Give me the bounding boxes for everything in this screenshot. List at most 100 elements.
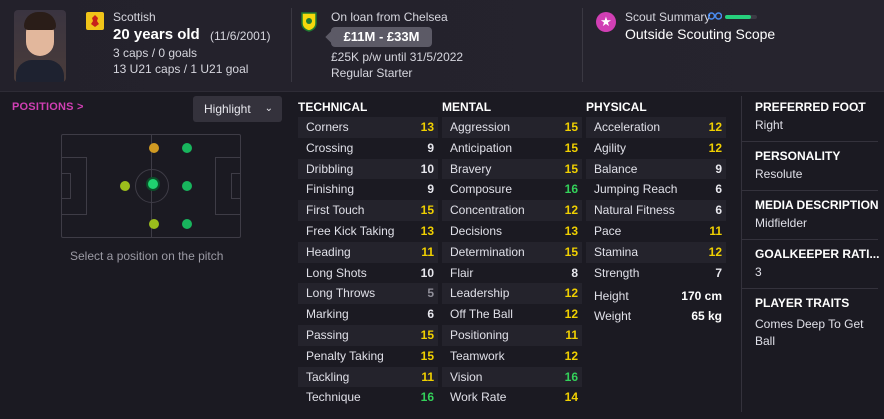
loan-status[interactable]: On loan from Chelsea [331, 10, 448, 24]
attribute-name: Anticipation [450, 140, 513, 155]
attribute-value: 12 [564, 307, 578, 322]
star-icon: ★ [596, 12, 616, 32]
attribute-row[interactable]: Pace 11 [586, 221, 726, 242]
attribute-name: Composure [450, 182, 513, 197]
attribute-row[interactable]: Strength 7 [586, 263, 726, 284]
player-trait-item[interactable]: Ball [755, 334, 775, 348]
chevron-down-icon[interactable]: ⌄ [855, 102, 864, 115]
attribute-row[interactable]: Anticipation 15 [442, 138, 582, 159]
weight-label: Weight [594, 309, 632, 323]
attribute-value: 11 [421, 369, 434, 384]
attribute-row[interactable]: Leadership 12 [442, 283, 582, 305]
binoculars-icon [708, 12, 722, 20]
attribute-row[interactable]: Marking 6 [298, 304, 438, 325]
attribute-name: Flair [450, 265, 474, 280]
position-dot-aml[interactable] [182, 219, 192, 229]
attribute-row[interactable]: Teamwork 12 [442, 346, 582, 367]
attribute-row[interactable]: Finishing 9 [298, 179, 438, 200]
attribute-row[interactable]: Natural Fitness 6 [586, 200, 726, 221]
transfer-value[interactable]: £11M - £33M [331, 27, 432, 47]
nationality[interactable]: Scottish [113, 10, 156, 24]
attribute-row[interactable]: Composure 16 [442, 179, 582, 200]
scout-summary-label[interactable]: Scout Summary [625, 10, 710, 24]
position-dot-amr[interactable] [182, 143, 192, 153]
height-value: 170 cm [681, 289, 722, 303]
attribute-value: 12 [564, 286, 578, 301]
attribute-row[interactable]: Corners 13 [298, 117, 438, 138]
position-dot-amc[interactable] [182, 181, 192, 191]
player-trait-item[interactable]: Comes Deep To Get [755, 317, 864, 331]
attribute-value: 15 [420, 327, 434, 342]
position-dot-mc[interactable] [146, 177, 160, 191]
attribute-row[interactable]: Agility 12 [586, 138, 726, 159]
preferred-foot-value: Right [755, 118, 784, 132]
attribute-value: 6 [427, 307, 434, 322]
attribute-row[interactable]: Determination 15 [442, 241, 582, 263]
attribute-value: 16 [564, 182, 578, 197]
info-panel-divider [741, 96, 742, 412]
attribute-row[interactable]: Dribbling 10 [298, 158, 438, 180]
attribute-row[interactable]: Passing 15 [298, 324, 438, 346]
attribute-row[interactable]: First Touch 15 [298, 200, 438, 221]
attribute-value: 6 [715, 203, 722, 218]
attribute-name: Aggression [450, 120, 511, 134]
attribute-row[interactable]: Crossing 9 [298, 138, 438, 159]
attribute-row[interactable]: Stamina 12 [586, 241, 726, 263]
attribute-row[interactable]: Aggression 15 [442, 117, 582, 138]
attribute-value: 11 [421, 244, 434, 259]
attribute-row[interactable]: Work Rate 14 [442, 387, 582, 408]
attribute-value: 9 [715, 161, 722, 176]
position-dot-dm[interactable] [120, 181, 130, 191]
player-traits-title: PLAYER TRAITS [755, 296, 850, 310]
attribute-row[interactable]: Concentration 12 [442, 200, 582, 221]
attribute-row[interactable]: Vision 16 [442, 366, 582, 388]
attribute-row[interactable]: Bravery 15 [442, 158, 582, 180]
attribute-row[interactable]: Off The Ball 12 [442, 304, 582, 325]
highlight-dropdown[interactable]: Highlight ⌄ [193, 96, 282, 122]
attribute-name: Concentration [450, 203, 525, 218]
attribute-value: 15 [420, 348, 434, 363]
positions-link[interactable]: POSITIONS > [12, 101, 84, 113]
info-divider [742, 190, 878, 191]
attribute-value: 11 [565, 327, 578, 342]
attribute-row[interactable]: Long Throws 5 [298, 283, 438, 305]
attribute-row[interactable]: Positioning 11 [442, 324, 582, 346]
attribute-row[interactable]: Free Kick Taking 13 [298, 221, 438, 242]
attribute-value: 15 [564, 161, 578, 176]
attribute-row[interactable]: Balance 9 [586, 158, 726, 180]
attribute-name: Teamwork [450, 348, 505, 363]
attribute-name: First Touch [306, 203, 365, 218]
player-age: 20 years old [113, 26, 200, 43]
attribute-row[interactable]: Tackling 11 [298, 366, 438, 388]
attribute-row[interactable]: Decisions 13 [442, 221, 582, 242]
attribute-row[interactable]: Penalty Taking 15 [298, 346, 438, 367]
international-caps: 3 caps / 0 goals [113, 46, 198, 60]
attribute-row[interactable]: Long Shots 10 [298, 263, 438, 284]
height-label: Height [594, 289, 629, 303]
attribute-value: 12 [708, 120, 722, 134]
attribute-name: Bravery [450, 161, 492, 176]
position-pitch[interactable] [61, 134, 241, 238]
attribute-name: Marking [306, 307, 349, 322]
attribute-name: Pace [594, 223, 622, 238]
player-avatar[interactable] [14, 10, 66, 82]
media-description-title: MEDIA DESCRIPTION [755, 198, 879, 212]
attribute-row[interactable]: Heading 11 [298, 241, 438, 263]
attribute-name: Penalty Taking [306, 348, 384, 363]
technical-attributes: Corners 13 Crossing 9 Dribbling 10 Finishing 9 F… [298, 117, 438, 408]
position-dot-mcl[interactable] [149, 219, 159, 229]
attribute-value: 12 [708, 244, 722, 259]
attribute-row[interactable]: Flair 8 [442, 263, 582, 284]
attribute-value: 6 [715, 182, 722, 197]
attribute-name: Acceleration [594, 120, 661, 134]
pitch-caption: Select a position on the pitch [70, 249, 224, 263]
attribute-row[interactable]: Technique 16 [298, 387, 438, 408]
attribute-row[interactable]: Acceleration 12 [586, 117, 726, 138]
goalkeeper-rating-title: GOALKEEPER RATI... [755, 247, 880, 261]
mental-attributes: Aggression 15 Anticipation 15 Bravery 15 Compo… [442, 117, 582, 408]
preferred-foot-title[interactable]: PREFERRED FOOT [755, 100, 866, 114]
attribute-value: 13 [420, 120, 434, 134]
attribute-row[interactable]: Jumping Reach 6 [586, 179, 726, 200]
squad-status: Regular Starter [331, 66, 413, 80]
position-dot-mcr[interactable] [149, 143, 159, 153]
